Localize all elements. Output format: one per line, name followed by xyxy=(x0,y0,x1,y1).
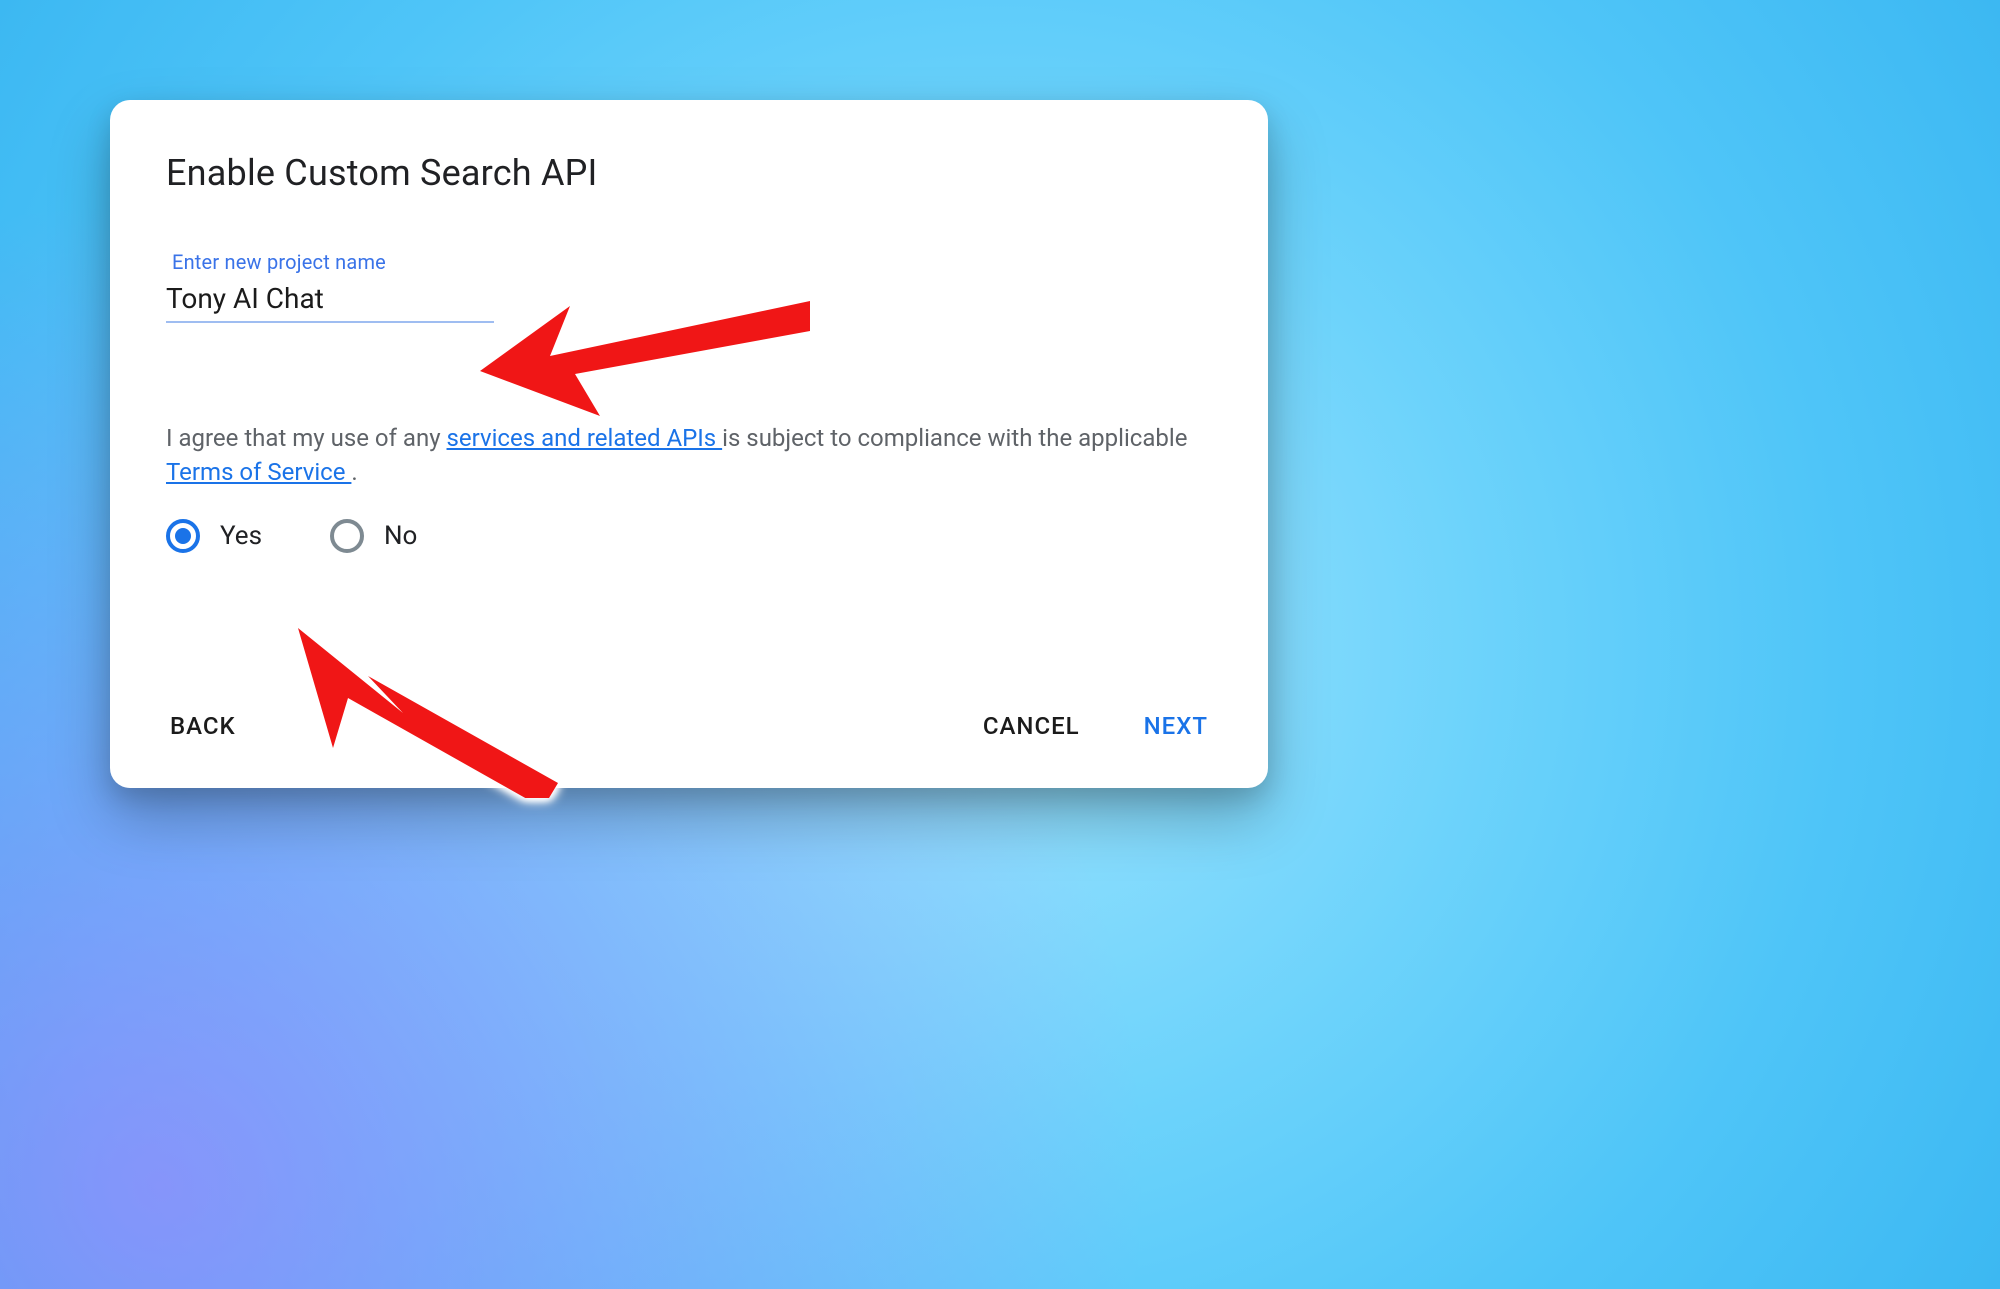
project-name-label: Enter new project name xyxy=(172,250,386,274)
dialog-title: Enable Custom Search API xyxy=(166,152,1212,194)
back-button[interactable]: BACK xyxy=(166,704,240,748)
agreement-text: I agree that my use of any services and … xyxy=(166,421,1196,489)
annotation-arrow-icon xyxy=(298,628,558,798)
agreement-radio-group: Yes No xyxy=(166,519,1212,553)
radio-yes-label: Yes xyxy=(220,521,262,551)
radio-no-label: No xyxy=(384,521,417,551)
radio-option-yes[interactable]: Yes xyxy=(166,519,262,553)
services-apis-link[interactable]: services and related APIs xyxy=(447,424,723,452)
radio-option-no[interactable]: No xyxy=(330,519,417,553)
enable-api-dialog: Enable Custom Search API Enter new proje… xyxy=(110,100,1268,788)
project-name-field: Enter new project name xyxy=(166,252,494,323)
radio-selected-icon xyxy=(166,519,200,553)
terms-of-service-link[interactable]: Terms of Service xyxy=(166,458,351,486)
radio-unselected-icon xyxy=(330,519,364,553)
next-button[interactable]: NEXT xyxy=(1140,704,1212,748)
agreement-text-part2: is subject to compliance with the applic… xyxy=(722,424,1187,452)
agreement-text-part3: . xyxy=(351,458,357,486)
cancel-button[interactable]: CANCEL xyxy=(979,704,1084,748)
agreement-text-part1: I agree that my use of any xyxy=(166,424,447,452)
annotation-arrow-icon xyxy=(480,286,810,416)
